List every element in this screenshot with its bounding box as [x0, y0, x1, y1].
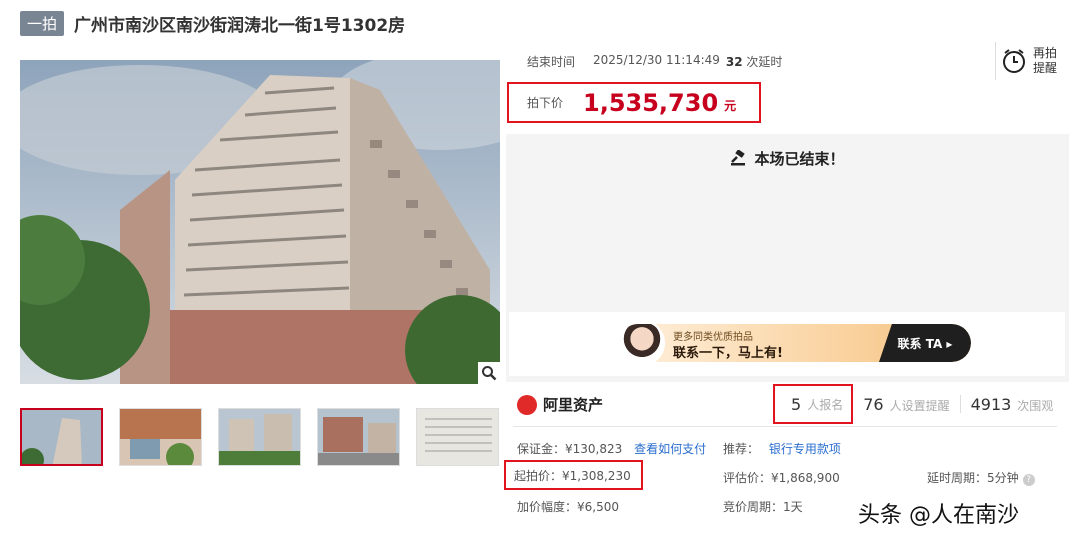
stat-reminders: 76 人设置提醒: [853, 395, 959, 414]
how-to-pay-link[interactable]: 查看如何支付: [634, 442, 706, 456]
delay-period: 延时周期：5分钟?: [927, 469, 1035, 486]
deal-price-value: 1,535,730: [583, 88, 719, 117]
stat-value: 76: [863, 394, 884, 414]
thumbnail-5[interactable]: [416, 408, 499, 466]
bid-increment: 加价幅度：¥6,500: [517, 500, 619, 514]
stat-views: 4913 次围观: [961, 395, 1064, 414]
agent-avatar: [619, 324, 665, 362]
stat-value: 5: [791, 394, 802, 414]
thumbnail-strip: [20, 408, 499, 466]
end-time-label: 结束时间: [527, 55, 576, 69]
bidding-period: 竞价周期：1天: [723, 500, 803, 514]
recommend-label: 推荐：: [723, 442, 760, 456]
brand-name: 阿里资产: [543, 396, 604, 414]
title-row: 一拍 广州市南沙区南沙街润涛北一街1号1302房: [20, 10, 405, 36]
auction-ended-notice: 本场已结束！: [506, 148, 1069, 169]
thumbnail-3[interactable]: [218, 408, 301, 466]
recommend-row: 推荐： 银行专用款项: [723, 440, 841, 457]
end-time-row: 结束时间 2025/12/30 11:14:49 32 次延时: [527, 53, 782, 70]
thumbnail-2[interactable]: [119, 408, 202, 466]
help-icon[interactable]: ?: [1022, 474, 1035, 486]
bank-payment-link[interactable]: 银行专用款项: [769, 442, 841, 456]
deal-price-box: 拍下价 1,535,730 元: [507, 82, 761, 123]
auction-status-area: 本场已结束！ 更多同类优质拍品 联系一下，马上有! 联系 TA ▸: [506, 134, 1069, 382]
building-photo: [20, 60, 500, 384]
stat-label: 人设置提醒: [889, 398, 950, 413]
stat-registered: 5 人报名: [773, 384, 854, 424]
promo-line-2: 联系一下，马上有!: [673, 346, 783, 361]
thumbnail-4[interactable]: [317, 408, 400, 466]
zoom-button[interactable]: [478, 362, 500, 384]
thumbnail-1[interactable]: [20, 408, 103, 466]
main-photo[interactable]: [20, 60, 500, 384]
evaluation-price: 评估价：¥1,868,900: [723, 471, 840, 485]
property-title: 广州市南沙区南沙街润涛北一街1号1302房: [74, 15, 406, 36]
stats-row: 5 人报名 76 人设置提醒 4913 次围观: [773, 384, 1063, 424]
auction-round-tag: 一拍: [20, 10, 65, 36]
alarm-clock-icon: [1003, 49, 1025, 73]
delay-count: 32: [725, 55, 743, 69]
contact-promo-banner[interactable]: 更多同类优质拍品 联系一下，马上有! 联系 TA ▸: [619, 324, 971, 362]
start-price: 起拍价：¥1,308,230: [504, 460, 643, 490]
promo-line-1: 更多同类优质拍品: [673, 332, 753, 343]
search-zoom-icon: [482, 366, 497, 381]
ali-assets-brand: 阿里资产: [517, 394, 603, 415]
stat-value: 4913: [970, 394, 1012, 414]
gavel-icon: [731, 149, 746, 166]
auction-page: 一拍 广州市南沙区南沙街润涛北一街1号1302房 结束时间 2025/12/30…: [0, 0, 1074, 539]
ali-logo-icon: [517, 394, 537, 415]
end-time-value: 2025/12/30 11:14:49: [593, 53, 720, 67]
remind-label: 再拍提醒: [1033, 46, 1058, 75]
stat-label: 次围观: [1017, 398, 1054, 413]
auction-ended-text: 本场已结束！: [754, 150, 845, 168]
deal-price-unit: 元: [724, 99, 737, 113]
delay-suffix: 次延时: [746, 55, 783, 69]
promo-banner-area: 更多同类优质拍品 联系一下，马上有! 联系 TA ▸: [509, 312, 1065, 376]
delay-period-text: 延时周期：5分钟: [927, 471, 1019, 485]
deposit-text: 保证金：¥130,823: [517, 442, 623, 456]
source-watermark: 头条 @人在南沙: [858, 503, 1019, 528]
stat-label: 人报名: [807, 397, 844, 412]
divider: [513, 426, 1057, 427]
re-auction-remind-button[interactable]: 再拍提醒: [995, 42, 1069, 80]
deposit-row: 保证金：¥130,823 查看如何支付: [517, 440, 706, 457]
deal-price-label: 拍下价: [527, 96, 564, 110]
contact-ta-button[interactable]: 联系 TA ▸: [879, 324, 971, 362]
